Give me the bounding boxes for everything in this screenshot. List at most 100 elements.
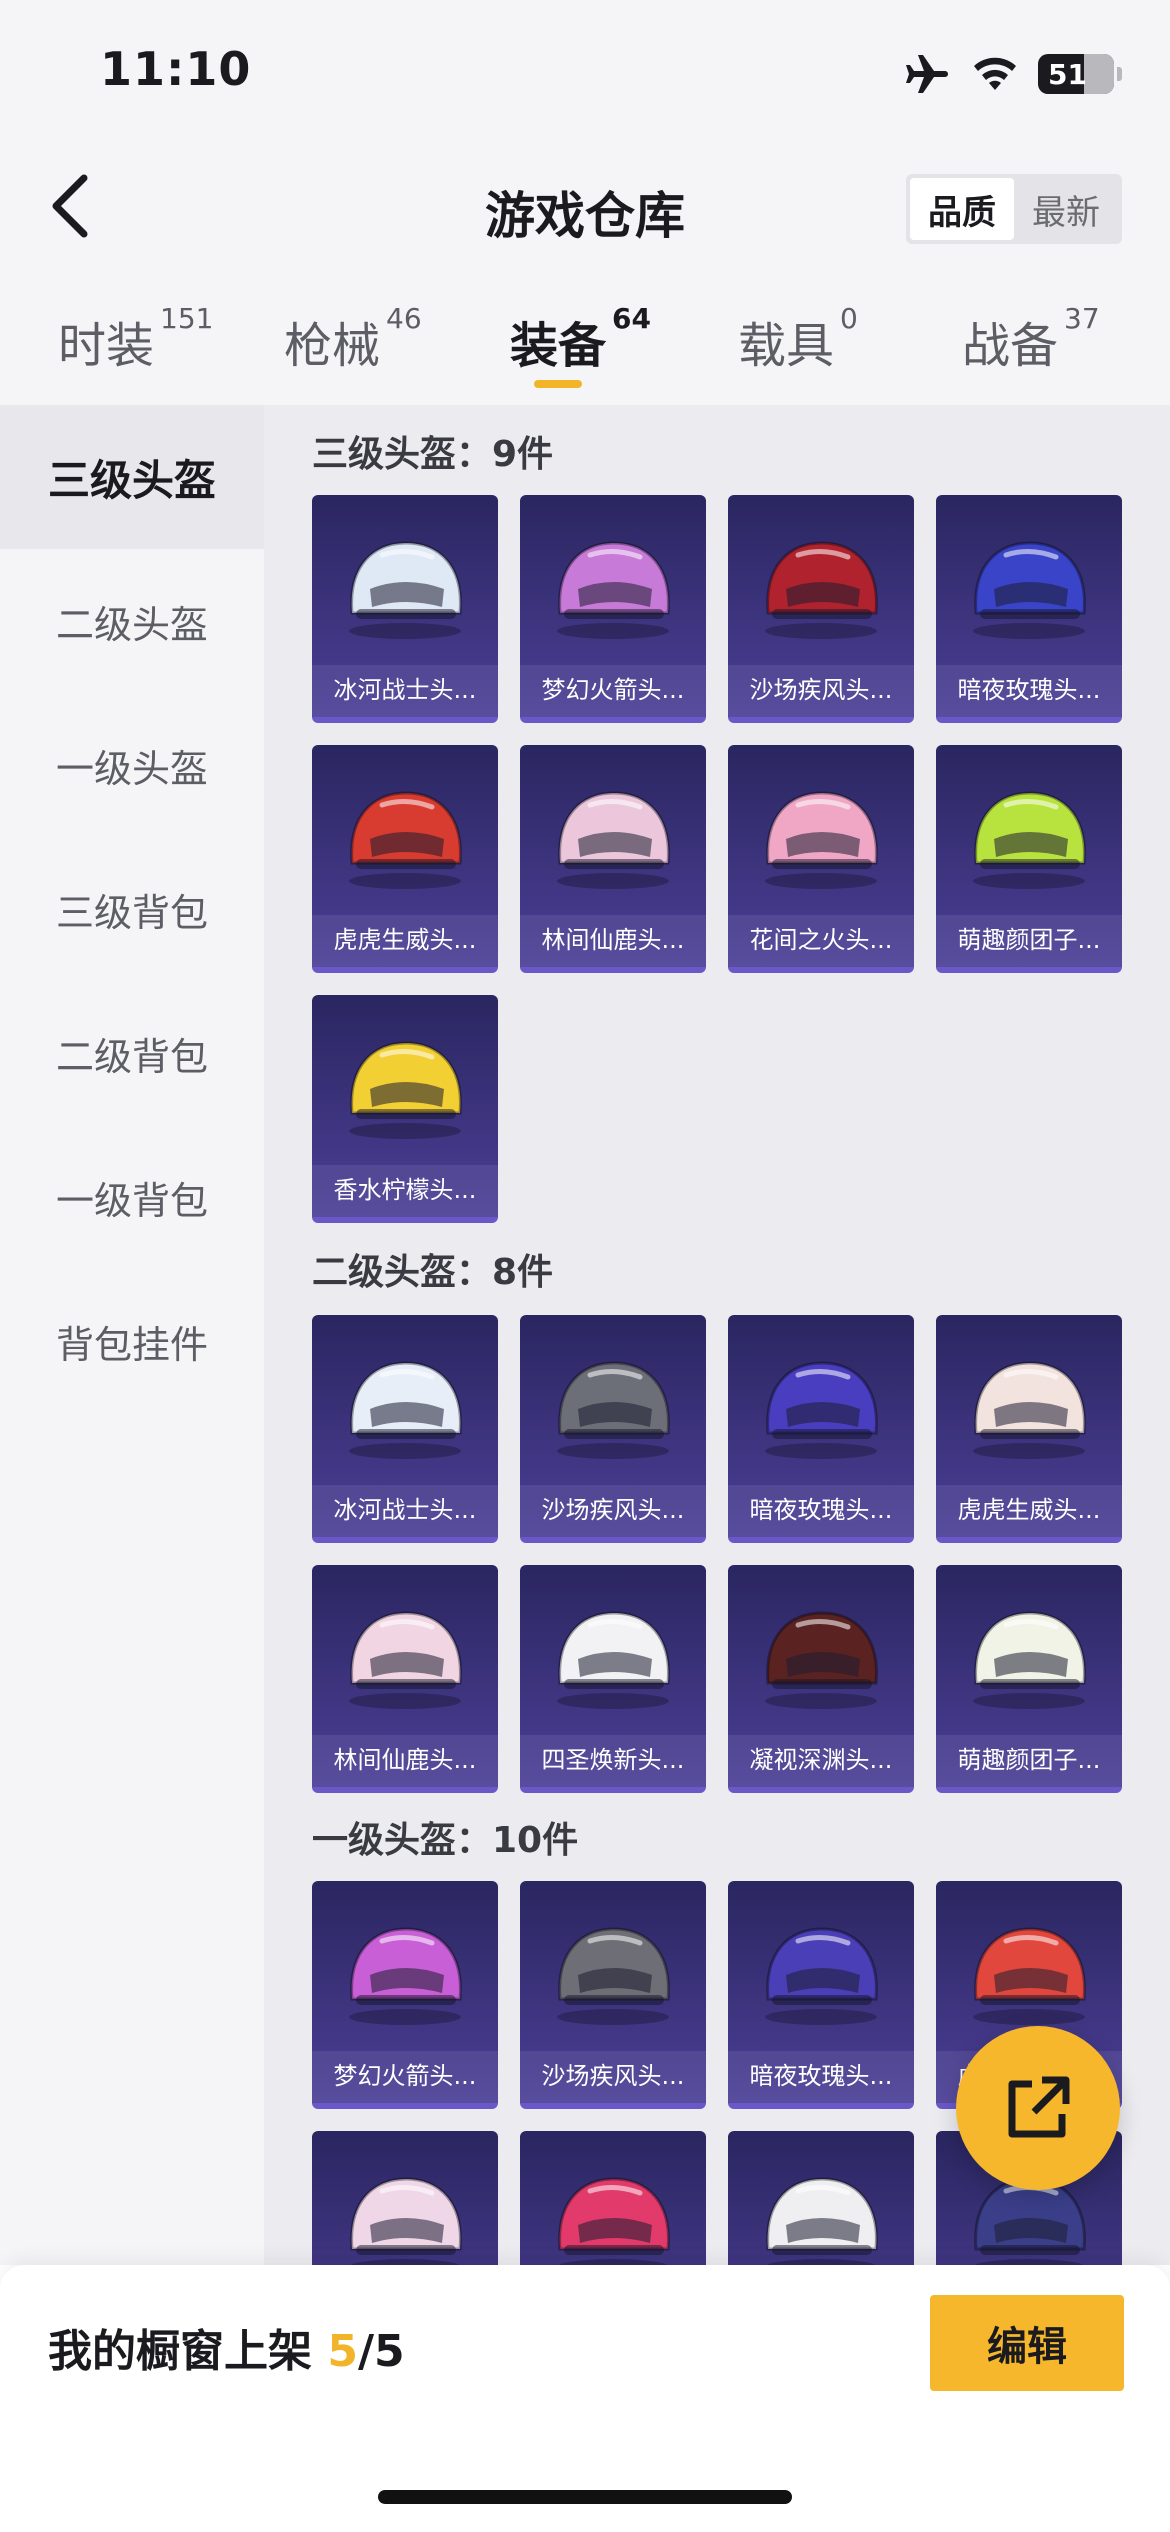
battery-level: 51 [1048,57,1087,91]
share-button[interactable] [956,2026,1120,2190]
sidebar-item-level3-backpack[interactable]: 三级背包 [0,837,264,981]
tab-supplies[interactable]: 战备 37 [962,302,1100,376]
status-time: 11:10 [100,42,252,96]
item-card[interactable]: 暗夜玫瑰头... [936,495,1122,723]
item-card[interactable]: 冰河战士头... [312,1315,498,1543]
helmet-icon [766,2177,878,2265]
item-card[interactable] [520,2131,706,2265]
status-icons: 51 [904,50,1122,98]
sidebar-item-level2-backpack[interactable]: 二级背包 [0,981,264,1125]
helmet-icon [557,1927,670,2025]
item-card[interactable]: 萌趣颜团子... [936,1565,1122,1793]
item-card[interactable]: 林间仙鹿头... [520,745,706,973]
sort-toggle: 品质 最新 [906,174,1122,244]
category-tabs: 时装 151 枪械 46 装备 64 载具 0 战备 37 [0,270,1170,405]
edit-button[interactable]: 编辑 [930,2295,1124,2391]
helmet-icon [765,1611,878,1709]
status-bar: 11:10 51 [0,0,1170,140]
helmet-icon [557,1361,670,1459]
showcase-status: 我的橱窗上架 5/5 [48,2326,405,2377]
item-name: 林间仙鹿头... [520,915,706,967]
item-card[interactable]: 林间仙鹿头... [312,1565,498,1793]
helmet-icon [349,1611,462,1709]
battery-icon: 51 [1038,54,1122,94]
section-title-level1: 一级头盔：10件 [312,1820,579,1861]
helmet-icon [973,1361,1086,1459]
tab-firearms[interactable]: 枪械 46 [284,302,422,376]
item-name: 虎虎生威头... [312,915,498,967]
tab-count: 151 [160,302,214,335]
sort-newest-button[interactable]: 最新 [1014,178,1118,240]
item-name: 林间仙鹿头... [312,1735,498,1787]
item-card[interactable]: 沙场疾风头... [520,1881,706,2109]
item-card[interactable]: 花间之火头... [728,745,914,973]
item-name: 冰河战士头... [312,1485,498,1537]
item-card[interactable]: 萌趣颜团子... [936,745,1122,973]
item-card[interactable]: 梦幻火箭头... [312,1881,498,2109]
sidebar-item-level1-backpack[interactable]: 一级背包 [0,1125,264,1269]
item-name: 梦幻火箭头... [312,2051,498,2103]
item-card[interactable]: 暗夜玫瑰头... [728,1315,914,1543]
item-card[interactable]: 暗夜玫瑰头... [728,1881,914,2109]
sidebar-item-level2-helmet[interactable]: 二级头盔 [0,549,264,693]
item-grid-panel: 三级头盔：9件 二级头盔：8件 一级头盔：10件 冰河战士头... 梦幻火箭头..… [264,405,1170,2265]
item-card[interactable]: 梦幻火箭头... [520,495,706,723]
item-card[interactable]: 虎虎生威头... [312,745,498,973]
tab-count: 64 [612,302,651,335]
item-name: 虎虎生威头... [936,1485,1122,1537]
item-name: 暗夜玫瑰头... [936,665,1122,717]
home-indicator [378,2490,792,2504]
item-name: 萌趣颜团子... [936,1735,1122,1787]
helmet-icon [349,1041,462,1139]
item-name: 沙场疾风头... [520,2051,706,2103]
helmet-icon [973,1927,1086,2025]
item-name: 冰河战士头... [312,665,498,717]
item-name: 梦幻火箭头... [520,665,706,717]
helmet-icon [557,791,670,889]
sort-quality-button[interactable]: 品质 [910,178,1014,240]
active-tab-indicator [534,380,582,388]
helmet-icon [349,1927,462,2025]
tab-fashion[interactable]: 时装 151 [58,302,213,376]
showcase-count-current: 5 [327,2326,358,2377]
showcase-count-total: /5 [357,2326,405,2377]
sidebar-item-level3-helmet[interactable]: 三级头盔 [0,405,264,549]
item-card[interactable]: 凝视深渊头... [728,1565,914,1793]
item-name: 花间之火头... [728,915,914,967]
helmet-icon [557,541,670,639]
header: 游戏仓库 品质 最新 [0,140,1170,270]
helmet-icon [558,2177,670,2265]
tab-equipment[interactable]: 装备 64 [510,302,651,376]
helmet-icon [765,1361,878,1459]
sidebar-item-level1-helmet[interactable]: 一级头盔 [0,693,264,837]
helmet-icon [349,791,462,889]
item-name: 四圣焕新头... [520,1735,706,1787]
tab-vehicles[interactable]: 载具 0 [738,302,858,376]
item-name: 沙场疾风头... [520,1485,706,1537]
helmet-icon [973,541,1086,639]
item-card[interactable]: 四圣焕新头... [520,1565,706,1793]
item-name: 沙场疾风头... [728,665,914,717]
helmet-icon [765,1927,878,2025]
item-card[interactable]: 冰河战士头... [312,495,498,723]
item-card[interactable]: 虎虎生威头... [936,1315,1122,1543]
sidebar-item-backpack-charm[interactable]: 背包挂件 [0,1269,264,1413]
tab-count: 0 [840,302,858,335]
item-card[interactable] [728,2131,914,2265]
sidebar: 三级头盔 二级头盔 一级头盔 三级背包 二级背包 一级背包 背包挂件 [0,405,264,2265]
item-name: 萌趣颜团子... [936,915,1122,967]
airplane-icon [906,55,948,93]
item-name: 暗夜玫瑰头... [728,2051,914,2103]
helmet-icon [973,1611,1086,1709]
helmet-icon [557,1611,670,1709]
item-card[interactable]: 沙场疾风头... [520,1315,706,1543]
helmet-icon [349,541,462,639]
helmet-icon [765,541,878,639]
item-card[interactable] [312,2131,498,2265]
item-card[interactable]: 沙场疾风头... [728,495,914,723]
helmet-icon [349,1361,462,1459]
helmet-icon [350,2177,462,2265]
section-title-level2: 二级头盔：8件 [312,1252,554,1293]
item-name: 暗夜玫瑰头... [728,1485,914,1537]
item-card[interactable]: 香水柠檬头... [312,995,498,1223]
